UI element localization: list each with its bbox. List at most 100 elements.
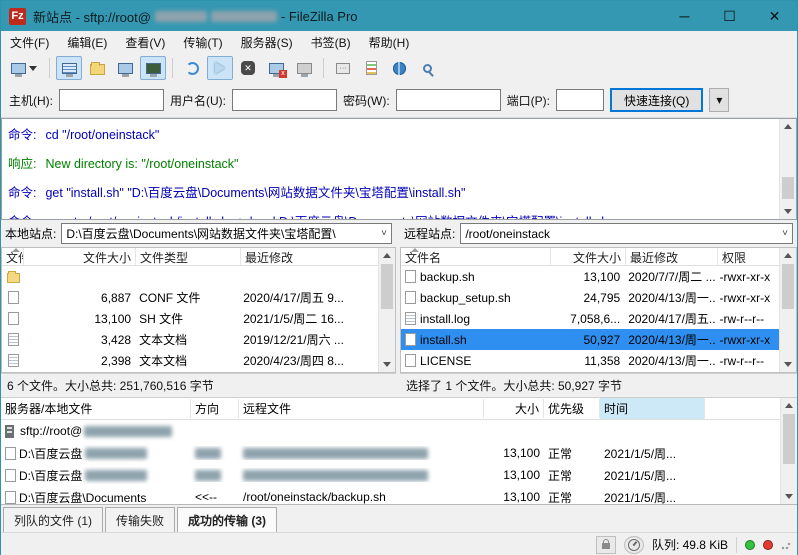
local-file-row[interactable]: 13,100 SH 文件 2021/1/5/周二 16... xyxy=(2,308,378,329)
minimize-button[interactable]: ─ xyxy=(662,1,707,31)
site-manager-icon xyxy=(11,63,26,74)
file-icon xyxy=(5,469,16,482)
toggle-queue-button[interactable] xyxy=(140,56,166,80)
remote-file-row-selected[interactable]: install.sh 50,927 2020/4/13/周一... -rwxr-… xyxy=(401,329,779,350)
remote-col-name[interactable]: 文件名 xyxy=(401,248,551,265)
toolbar-separator xyxy=(323,58,324,78)
queue-item-row[interactable]: D:\百度云盘 13,100 正常 2021/1/5/周... xyxy=(1,464,780,486)
tab-queued-files[interactable]: 列队的文件 (1) xyxy=(3,507,103,533)
queue-col-direction[interactable]: 方向 xyxy=(191,399,239,418)
synchronized-browsing-button[interactable] xyxy=(386,56,412,80)
log-label: 命令: xyxy=(8,124,42,143)
log-line: 命令: get "install.sh" "D:\百度云盘\Documents\… xyxy=(2,177,796,206)
remote-col-perm[interactable]: 权限 xyxy=(718,248,782,265)
local-file-row[interactable]: 2,398 文本文档 2020/4/23/周四 8... xyxy=(2,350,378,371)
scroll-down-icon[interactable] xyxy=(780,204,796,219)
menu-view[interactable]: 查看(V) xyxy=(116,31,174,54)
menu-server[interactable]: 服务器(S) xyxy=(232,31,302,54)
menu-transfer[interactable]: 传输(T) xyxy=(174,31,231,54)
find-files-button[interactable] xyxy=(414,56,440,80)
menu-bookmarks[interactable]: 书签(B) xyxy=(302,31,360,54)
username-input[interactable] xyxy=(232,89,337,111)
local-path-combo[interactable]: D:\百度云盘\Documents\网站数据文件夹\宝塔配置\ ˅ xyxy=(61,223,392,244)
local-col-type[interactable]: 文件类型 xyxy=(136,248,241,265)
redacted-path xyxy=(85,470,147,481)
toggle-message-log-button[interactable] xyxy=(56,56,82,80)
queue-item-row[interactable]: D:\百度云盘 13,100 正常 2021/1/5/周... xyxy=(1,442,780,464)
site-manager-button[interactable] xyxy=(5,56,43,80)
scroll-up-icon[interactable] xyxy=(780,119,796,134)
remote-file-row[interactable]: backup.sh 13,100 2020/7/7/周二 ... -rwxr-x… xyxy=(401,266,779,287)
directory-comparison-icon xyxy=(366,61,377,75)
scroll-down-icon[interactable] xyxy=(781,489,797,504)
local-col-name[interactable]: 文件名 xyxy=(2,248,24,265)
remote-list-scrollbar[interactable] xyxy=(779,248,796,372)
close-button[interactable]: ✕ xyxy=(752,1,797,31)
queue-scrollbar[interactable] xyxy=(780,398,797,504)
queue-col-size[interactable]: 大小 xyxy=(484,399,544,418)
filter-button[interactable]: ··· xyxy=(330,56,356,80)
menu-help[interactable]: 帮助(H) xyxy=(360,31,419,54)
local-file-list: 文件名 文件大小 文件类型 最近修改 6,887 CONF xyxy=(1,247,396,373)
local-file-row[interactable]: 6,887 CONF 文件 2020/4/17/周五 9... xyxy=(2,287,378,308)
directory-comparison-button[interactable] xyxy=(358,56,384,80)
port-input[interactable] xyxy=(556,89,604,111)
globe-icon xyxy=(393,62,406,75)
log-text: cd "/root/oneinstack" xyxy=(45,128,159,142)
speed-limits-button[interactable] xyxy=(624,536,644,554)
remote-file-row[interactable]: install.log 7,058,6... 2020/4/17/周五... -… xyxy=(401,308,779,329)
log-label: 命令: xyxy=(8,182,42,201)
scroll-down-icon[interactable] xyxy=(379,357,395,372)
remote-col-size[interactable]: 文件大小 xyxy=(551,248,626,265)
chevron-down-icon: ˅ xyxy=(782,228,788,239)
remote-file-row[interactable]: backup_setup.sh 24,795 2020/4/13/周一... -… xyxy=(401,287,779,308)
refresh-button[interactable] xyxy=(179,56,205,80)
lock-button[interactable] xyxy=(596,536,616,554)
scroll-thumb[interactable] xyxy=(783,414,795,464)
tab-successful-transfers[interactable]: 成功的传输 (3) xyxy=(177,507,277,533)
tab-failed-transfers[interactable]: 传输失败 xyxy=(105,507,175,533)
scroll-down-icon[interactable] xyxy=(780,357,796,372)
local-col-modified[interactable]: 最近修改 xyxy=(241,248,381,265)
quickconnect-dropdown-button[interactable]: ▾ xyxy=(709,88,729,112)
queue-server-row[interactable]: sftp://root@ xyxy=(1,420,780,442)
remote-path-combo[interactable]: /root/oneinstack ˅ xyxy=(460,223,793,244)
local-file-row[interactable] xyxy=(2,266,378,287)
scroll-thumb[interactable] xyxy=(381,264,393,309)
scroll-thumb[interactable] xyxy=(782,264,794,309)
reconnect-button[interactable] xyxy=(291,56,317,80)
queue-item-row[interactable]: D:\百度云盘\Documents <<-- /root/oneinstack/… xyxy=(1,486,780,504)
password-input[interactable] xyxy=(396,89,501,111)
scroll-up-icon[interactable] xyxy=(780,248,796,263)
quickconnect-button[interactable]: 快速连接(Q) xyxy=(610,88,703,112)
remote-panel: 远程站点: /root/oneinstack ˅ 文件名 文件大小 最近修改 权… xyxy=(400,220,797,397)
redacted-host xyxy=(84,426,172,437)
remote-col-modified[interactable]: 最近修改 xyxy=(626,248,718,265)
remote-file-row[interactable]: LICENSE 11,358 2020/4/13/周一... -rw-r--r-… xyxy=(401,350,779,371)
process-queue-button[interactable] xyxy=(207,56,233,80)
log-text: get "install.sh" "D:\百度云盘\Documents\网站数据… xyxy=(45,186,465,200)
maximize-button[interactable]: ☐ xyxy=(707,1,752,31)
queue-col-local[interactable]: 服务器/本地文件 xyxy=(1,399,191,418)
scroll-thumb[interactable] xyxy=(782,177,794,199)
scroll-up-icon[interactable] xyxy=(781,398,797,413)
toggle-remote-tree-button[interactable] xyxy=(112,56,138,80)
cancel-button[interactable]: ✕ xyxy=(235,56,261,80)
local-panel: 本地站点: D:\百度云盘\Documents\网站数据文件夹\宝塔配置\ ˅ … xyxy=(1,220,396,397)
local-col-size[interactable]: 文件大小 xyxy=(24,248,136,265)
scroll-up-icon[interactable] xyxy=(379,248,395,263)
quickconnect-bar: 主机(H): 用户名(U): 密码(W): 端口(P): 快速连接(Q) ▾ xyxy=(1,83,797,118)
resize-grip[interactable] xyxy=(781,540,791,550)
menu-edit[interactable]: 编辑(E) xyxy=(58,31,116,54)
queue-col-remote[interactable]: 远程文件 xyxy=(239,399,484,418)
local-list-scrollbar[interactable] xyxy=(378,248,395,372)
host-input[interactable] xyxy=(59,89,164,111)
menu-file[interactable]: 文件(F) xyxy=(1,31,58,54)
queue-col-priority[interactable]: 优先级 xyxy=(544,399,600,418)
disconnect-button[interactable]: x xyxy=(263,56,289,80)
host-label: 主机(H): xyxy=(9,92,53,109)
log-scrollbar[interactable] xyxy=(779,119,796,219)
queue-col-time[interactable]: 时间 xyxy=(600,398,705,419)
local-file-row[interactable]: 3,428 文本文档 2019/12/21/周六 ... xyxy=(2,329,378,350)
toggle-local-tree-button[interactable] xyxy=(84,56,110,80)
